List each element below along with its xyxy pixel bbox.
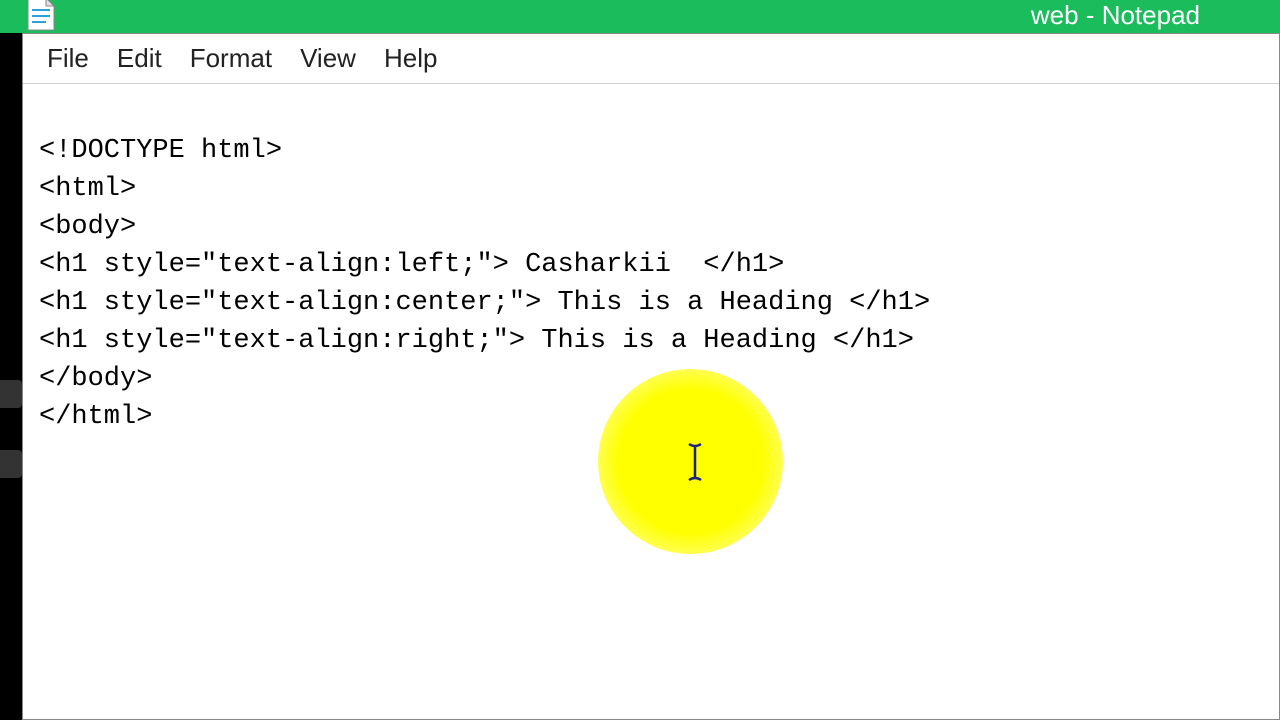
code-line: </html> <box>39 402 152 432</box>
titlebar[interactable]: web - Notepad <box>0 0 1280 33</box>
menu-help[interactable]: Help <box>370 39 451 78</box>
menu-file[interactable]: File <box>33 39 103 78</box>
code-line: <h1 style="text-align:left;"> Casharkii … <box>39 250 784 280</box>
menu-edit[interactable]: Edit <box>103 39 176 78</box>
menu-format[interactable]: Format <box>176 39 286 78</box>
text-cursor-icon <box>688 442 702 482</box>
client-area: File Edit Format View Help <!DOCTYPE htm… <box>22 33 1280 720</box>
code-line: <h1 style="text-align:center;"> This is … <box>39 288 930 318</box>
menu-view[interactable]: View <box>286 39 370 78</box>
left-edge-shadow <box>0 0 22 720</box>
code-line: <!DOCTYPE html> <box>39 136 282 166</box>
window-title: web - Notepad <box>1031 0 1200 31</box>
cursor-highlight <box>598 369 783 554</box>
menubar: File Edit Format View Help <box>23 34 1279 84</box>
code-line: <h1 style="text-align:right;"> This is a… <box>39 326 914 356</box>
code-line: <html> <box>39 174 136 204</box>
code-line: </body> <box>39 364 152 394</box>
text-editor[interactable]: <!DOCTYPE html> <html> <body> <h1 style=… <box>23 84 1279 719</box>
code-line: <body> <box>39 212 136 242</box>
